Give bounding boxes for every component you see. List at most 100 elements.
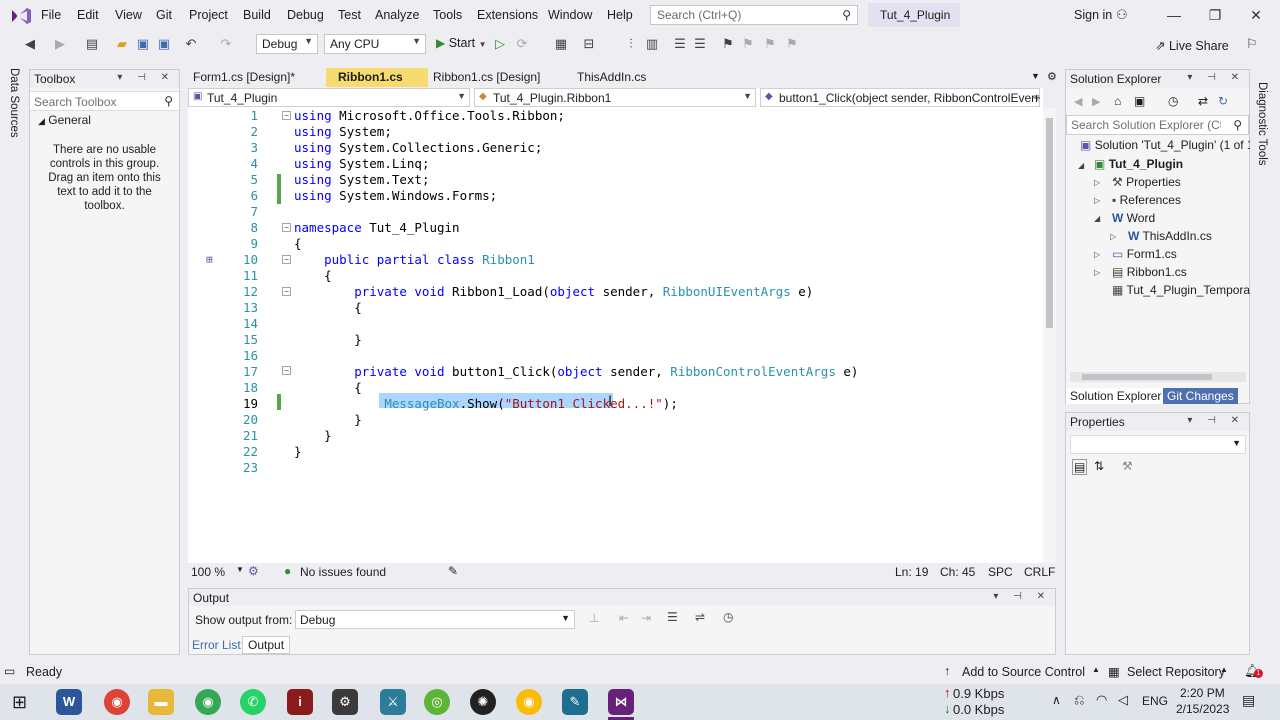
- visual-studio-logo-icon[interactable]: [10, 6, 32, 26]
- prev-message-icon[interactable]: ⇤: [619, 611, 629, 625]
- select-repository[interactable]: Select Repository: [1127, 665, 1225, 679]
- collapsed-triangle-icon[interactable]: ▷: [1094, 268, 1100, 277]
- show-hidden-icons[interactable]: ∧: [1052, 693, 1061, 707]
- menu-edit[interactable]: Edit: [77, 8, 99, 22]
- collapsed-triangle-icon[interactable]: ▷: [1094, 196, 1100, 205]
- member-dropdown[interactable]: ◆ button1_Click(object sender, RibbonCon…: [760, 88, 1040, 107]
- back-icon[interactable]: ◀: [22, 36, 38, 52]
- object-selector-dropdown[interactable]: ▼: [1070, 435, 1246, 454]
- menu-build[interactable]: Build: [243, 8, 271, 22]
- bookmark-icon[interactable]: ⚑: [720, 36, 736, 52]
- pane-buttons[interactable]: ▾ ⊣ ✕: [117, 72, 175, 83]
- clock-time[interactable]: 2:20 PM: [1180, 686, 1225, 700]
- tree-properties[interactable]: ⚒ Properties: [1112, 175, 1181, 189]
- live-share-button[interactable]: ⇗ Live Share: [1155, 38, 1229, 53]
- volume-icon[interactable]: ◁: [1118, 692, 1128, 708]
- browser-link-icon[interactable]: ▦: [553, 36, 569, 52]
- visual-studio-taskbar-icon[interactable]: ⋈: [608, 689, 634, 715]
- pane-buttons[interactable]: ▾ ⊣ ✕: [1187, 415, 1245, 426]
- new-project-icon[interactable]: ▤: [84, 36, 100, 52]
- pane-buttons[interactable]: ▾ ⊣ ✕: [993, 591, 1051, 602]
- expanded-triangle-icon[interactable]: ◢: [1078, 161, 1084, 170]
- redo-icon[interactable]: ↷: [218, 36, 234, 52]
- output-source-dropdown[interactable]: Debug ▼: [295, 610, 575, 629]
- zoom-dropdown[interactable]: 100 %: [191, 565, 225, 579]
- wifi-icon[interactable]: ◠: [1096, 692, 1107, 708]
- clear-bookmarks-icon[interactable]: ⚑: [784, 36, 800, 52]
- diagnostic-tools-tab[interactable]: Diagnostic Tools: [1256, 82, 1268, 166]
- app-icon[interactable]: ✺: [470, 689, 496, 715]
- code-cleanup-icon[interactable]: ✎: [448, 564, 458, 578]
- forward-icon[interactable]: ▶: [52, 36, 68, 52]
- word-wrap-icon[interactable]: ⇌: [695, 610, 705, 624]
- history-icon[interactable]: ◷: [1168, 94, 1178, 108]
- tab-ribbon1-design[interactable]: Ribbon1.cs [Design]: [421, 68, 561, 87]
- tree-thisaddin[interactable]: W ThisAddIn.cs: [1128, 229, 1212, 243]
- menu-window[interactable]: Window: [548, 8, 592, 22]
- intellicode-icon[interactable]: ⚙: [248, 564, 259, 578]
- categorized-icon[interactable]: ▤: [1072, 459, 1088, 475]
- data-sources-tab[interactable]: Data Sources: [8, 68, 20, 138]
- whitespace-indicator[interactable]: SPC: [988, 565, 1013, 579]
- tree-solution[interactable]: ▣ Solution 'Tut_4_Plugin' (1 of 1 projec…: [1080, 138, 1250, 152]
- tree-project[interactable]: ▣ Tut_4_Plugin: [1094, 157, 1183, 171]
- collapse-toggle[interactable]: −: [282, 255, 291, 264]
- pane-buttons[interactable]: ▾ ⊣ ✕: [1187, 72, 1245, 83]
- collapsed-triangle-icon[interactable]: ▷: [1094, 178, 1100, 187]
- tab-form1-design[interactable]: Form1.cs [Design]*: [181, 68, 326, 87]
- feedback-icon[interactable]: ⚐: [1246, 36, 1258, 52]
- menu-tools[interactable]: Tools: [433, 8, 462, 22]
- refresh-icon[interactable]: ↻: [1218, 94, 1228, 108]
- word-app-icon[interactable]: W: [56, 689, 82, 715]
- menu-file[interactable]: File: [41, 8, 61, 22]
- file-explorer-icon[interactable]: ▬: [148, 689, 174, 715]
- scrollbar-thumb[interactable]: [1046, 118, 1053, 328]
- tab-error-list[interactable]: Error List: [188, 637, 245, 653]
- tree-temporary-key[interactable]: ▦ Tut_4_Plugin_TemporaryKey.pfx: [1112, 283, 1250, 297]
- class-dropdown[interactable]: ◆ Tut_4_Plugin.Ribbon1 ▼: [474, 88, 756, 107]
- expanded-triangle-icon[interactable]: ◢: [1094, 214, 1100, 223]
- configuration-dropdown[interactable]: Debug ▼: [256, 34, 318, 54]
- hot-reload-icon[interactable]: ⟳: [514, 36, 530, 52]
- horizontal-scrollbar[interactable]: [1070, 372, 1246, 382]
- tab-output[interactable]: Output: [242, 636, 291, 654]
- account-icon[interactable]: ⚇: [1116, 7, 1128, 23]
- indent-icon[interactable]: ☰: [672, 36, 688, 52]
- line-indicator[interactable]: Ln: 19: [895, 565, 928, 579]
- menu-git[interactable]: Git: [156, 8, 172, 22]
- windows-start-icon[interactable]: ⊞: [12, 692, 27, 713]
- usb-icon[interactable]: ⎌: [1074, 692, 1084, 708]
- layout-icon[interactable]: ⊟: [581, 36, 597, 52]
- code-editor[interactable]: ⊞ − − − − − 1 2 3 4 5 6 7 8 9 10 11 12 1…: [188, 108, 1043, 563]
- issues-status[interactable]: No issues found: [300, 565, 386, 579]
- menu-debug[interactable]: Debug: [287, 8, 324, 22]
- app-icon[interactable]: ⚔: [380, 689, 406, 715]
- chevron-down-icon[interactable]: ▼: [236, 565, 244, 574]
- collapse-toggle[interactable]: −: [282, 223, 291, 232]
- tab-thisaddin[interactable]: ThisAddIn.cs: [565, 68, 675, 87]
- save-all-icon[interactable]: ▣: [156, 36, 172, 52]
- chevron-up-icon[interactable]: ▲: [1092, 665, 1100, 674]
- language-indicator[interactable]: ENG: [1142, 694, 1168, 708]
- sync-icon[interactable]: ⇄: [1198, 94, 1208, 108]
- forward-icon[interactable]: ▶: [1092, 95, 1100, 108]
- start-button[interactable]: ▶ Start ▼: [436, 36, 487, 50]
- editor-vertical-scrollbar[interactable]: [1043, 108, 1056, 563]
- inpage-app-icon[interactable]: i: [287, 689, 313, 715]
- whatsapp-icon[interactable]: ✆: [240, 689, 266, 715]
- menu-view[interactable]: View: [115, 8, 142, 22]
- clock-date[interactable]: 2/15/2023: [1176, 702, 1229, 716]
- toolbox-group-general[interactable]: ◢ General: [30, 111, 179, 129]
- home-icon[interactable]: ⌂: [1114, 94, 1121, 108]
- open-folder-icon[interactable]: ▰: [114, 36, 130, 52]
- align-icon[interactable]: ⫶: [623, 36, 639, 52]
- tree-ribbon1[interactable]: ▤ Ribbon1.cs: [1112, 265, 1187, 279]
- clear-all-icon[interactable]: ☰: [667, 610, 678, 624]
- split-window-icon[interactable]: +: [1033, 90, 1041, 105]
- collapse-toggle[interactable]: −: [282, 287, 291, 296]
- column-indicator[interactable]: Ch: 45: [940, 565, 975, 579]
- app-icon[interactable]: ✎: [562, 689, 588, 715]
- next-bookmark-icon[interactable]: ⚑: [762, 36, 778, 52]
- back-icon[interactable]: ◀: [1074, 95, 1082, 108]
- prev-bookmark-icon[interactable]: ⚑: [740, 36, 756, 52]
